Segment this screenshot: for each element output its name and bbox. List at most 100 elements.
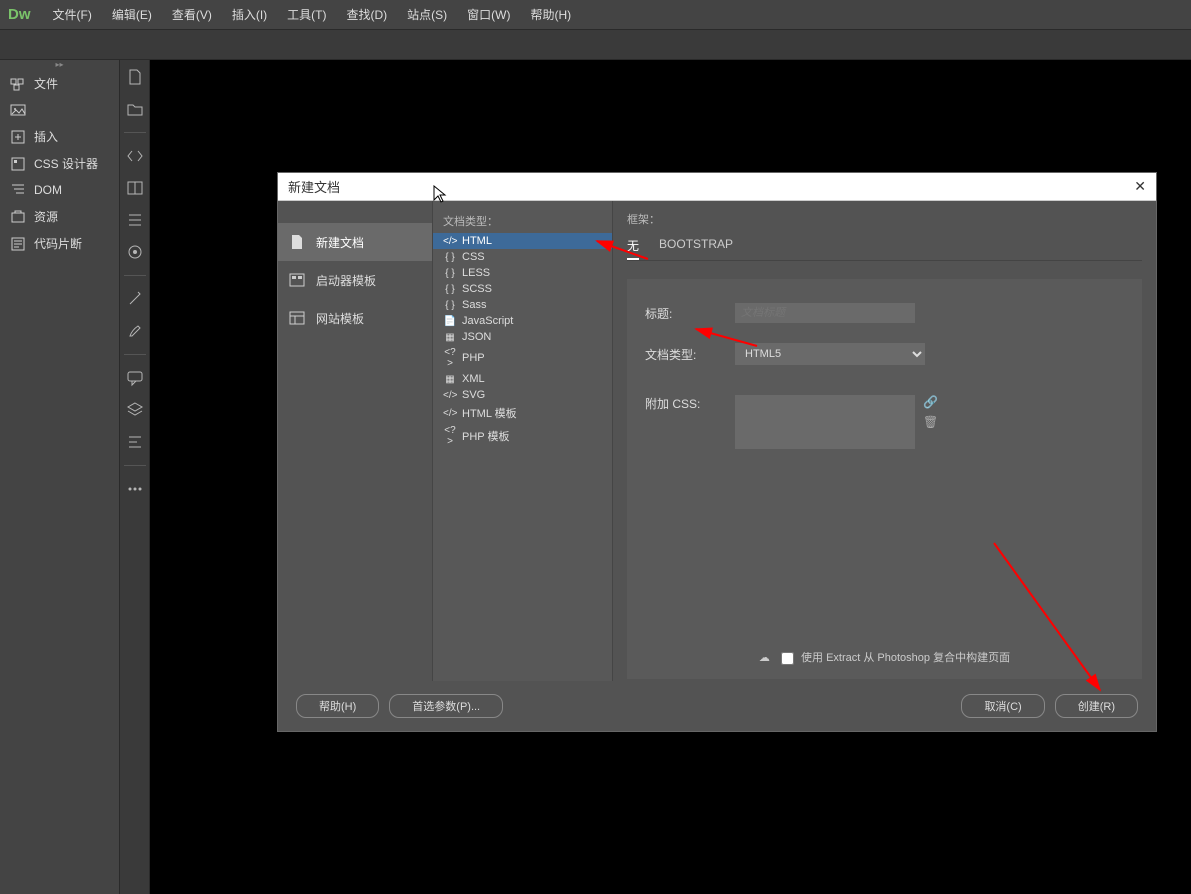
more-icon[interactable] xyxy=(126,480,144,498)
image-icon xyxy=(10,102,26,118)
doc-type-html[interactable]: </>HTML xyxy=(433,233,612,249)
sidebar-item-css[interactable]: CSS 设计器 xyxy=(0,150,119,177)
code-icon[interactable] xyxy=(126,147,144,165)
doctype-label: 文档类型: xyxy=(645,346,735,363)
brush-icon[interactable] xyxy=(126,322,144,340)
layers-icon[interactable] xyxy=(126,401,144,419)
menu-insert[interactable]: 插入(I) xyxy=(222,6,277,23)
left-item-starter[interactable]: 启动器模板 xyxy=(278,261,432,299)
sidebar-item-insert[interactable]: 插入 xyxy=(0,123,119,150)
menu-window[interactable]: 窗口(W) xyxy=(457,6,520,23)
css-designer-icon xyxy=(10,156,26,172)
braces-icon: { } xyxy=(443,252,457,263)
trash-icon[interactable]: 🗑 xyxy=(923,415,938,429)
menu-site[interactable]: 站点(S) xyxy=(397,6,457,23)
script-icon: 📄 xyxy=(443,316,457,327)
menu-tools[interactable]: 工具(T) xyxy=(277,6,336,23)
doc-type-scss[interactable]: { }SCSS xyxy=(433,281,612,297)
attached-css-list[interactable] xyxy=(735,395,915,449)
folder-icon[interactable] xyxy=(126,100,144,118)
new-file-icon[interactable] xyxy=(126,68,144,86)
doc-type-xml[interactable]: ▦XML xyxy=(433,371,612,387)
code-bracket-icon: </> xyxy=(443,236,457,247)
menu-file[interactable]: 文件(F) xyxy=(43,6,102,23)
align-icon[interactable] xyxy=(126,433,144,451)
left-item-label: 网站模板 xyxy=(316,310,364,327)
sidebar-item-assets[interactable]: 资源 xyxy=(0,203,119,230)
title-label: 标题: xyxy=(645,305,735,322)
left-item-label: 启动器模板 xyxy=(316,272,376,289)
doctype-select[interactable]: HTML5 xyxy=(735,343,925,365)
braces-icon: { } xyxy=(443,300,457,311)
doc-type-css[interactable]: { }CSS xyxy=(433,249,612,265)
sidebar-handle[interactable]: ▸▸ xyxy=(0,60,119,70)
sidebar-item-dom[interactable]: DOM xyxy=(0,177,119,203)
starter-template-icon xyxy=(288,271,306,289)
title-input[interactable] xyxy=(735,303,915,323)
sidebar-item-image[interactable] xyxy=(0,97,119,123)
toolbar xyxy=(0,30,1191,60)
doc-type-header: 文档类型： xyxy=(433,211,612,233)
doc-type-svg[interactable]: </>SVG xyxy=(433,387,612,403)
dialog-titlebar[interactable]: 新建文档 ✕ xyxy=(278,173,1156,201)
cloud-icon: ☁ xyxy=(759,652,770,664)
insert-icon xyxy=(10,129,26,145)
dialog-footer: 帮助(H) 首选参数(P)... 取消(C) 创建(R) xyxy=(278,681,1156,731)
assets-icon xyxy=(10,209,26,225)
doc-type-less[interactable]: { }LESS xyxy=(433,265,612,281)
close-icon[interactable]: ✕ xyxy=(1134,178,1146,195)
sidebar-item-files[interactable]: 文件 xyxy=(0,70,119,97)
left-item-site-template[interactable]: 网站模板 xyxy=(278,299,432,337)
dom-icon xyxy=(10,182,26,198)
left-item-label: 新建文档 xyxy=(316,234,364,251)
tab-bootstrap[interactable]: BOOTSTRAP xyxy=(659,233,733,260)
braces-icon: { } xyxy=(443,268,457,279)
link-icon[interactable]: 🔗 xyxy=(923,395,938,409)
braces-icon: { } xyxy=(443,284,457,295)
dialog-left-nav: 新建文档 启动器模板 网站模板 xyxy=(278,201,433,681)
left-item-new-doc[interactable]: 新建文档 xyxy=(278,223,432,261)
create-button[interactable]: 创建(R) xyxy=(1055,694,1138,718)
split-icon[interactable] xyxy=(126,179,144,197)
extract-option: ☁ 使用 Extract 从 Photoshop 复合中构建页面 xyxy=(627,649,1142,665)
snippets-icon xyxy=(10,236,26,252)
framework-label: 框架： xyxy=(627,211,1142,227)
form-panel: 标题: 文档类型: HTML5 附加 CSS: 🔗 🗑 xyxy=(627,279,1142,679)
sidebar-item-label: CSS 设计器 xyxy=(34,155,98,172)
json-icon: ▦ xyxy=(443,332,457,343)
sidebar-item-label: 代码片断 xyxy=(34,235,82,252)
menu-find[interactable]: 查找(D) xyxy=(336,6,397,23)
wand-icon[interactable] xyxy=(126,290,144,308)
menu-help[interactable]: 帮助(H) xyxy=(520,6,581,23)
doc-type-list: 文档类型： </>HTML { }CSS { }LESS { }SCSS { }… xyxy=(433,201,613,681)
xml-icon: ▦ xyxy=(443,374,457,385)
php-icon: <?> xyxy=(443,347,457,369)
chat-icon[interactable] xyxy=(126,369,144,387)
doc-type-php-template[interactable]: <?>PHP 模板 xyxy=(433,423,612,449)
menu-edit[interactable]: 编辑(E) xyxy=(102,6,162,23)
new-doc-icon xyxy=(288,233,306,251)
doc-type-json[interactable]: ▦JSON xyxy=(433,329,612,345)
target-icon[interactable] xyxy=(126,243,144,261)
code-bracket-icon: </> xyxy=(443,390,457,401)
tab-none[interactable]: 无 xyxy=(627,233,639,260)
dialog-form-area: 框架： 无 BOOTSTRAP 标题: 文档类型: HTML5 附加 CSS: xyxy=(613,201,1156,681)
extract-label: 使用 Extract 从 Photoshop 复合中构建页面 xyxy=(801,652,1010,664)
doc-type-php[interactable]: <?>PHP xyxy=(433,345,612,371)
tool-strip xyxy=(120,60,150,894)
doc-type-js[interactable]: 📄JavaScript xyxy=(433,313,612,329)
help-button[interactable]: 帮助(H) xyxy=(296,694,379,718)
menu-bar: Dw 文件(F) 编辑(E) 查看(V) 插入(I) 工具(T) 查找(D) 站… xyxy=(0,0,1191,30)
code-bracket-icon: </> xyxy=(443,408,457,419)
cancel-button[interactable]: 取消(C) xyxy=(961,694,1044,718)
menu-view[interactable]: 查看(V) xyxy=(162,6,222,23)
list-icon[interactable] xyxy=(126,211,144,229)
sidebar-item-label: 文件 xyxy=(34,75,58,92)
doc-type-sass[interactable]: { }Sass xyxy=(433,297,612,313)
extract-checkbox[interactable] xyxy=(781,652,794,665)
sidebar-item-label: DOM xyxy=(34,183,62,197)
prefs-button[interactable]: 首选参数(P)... xyxy=(389,694,503,718)
new-document-dialog: 新建文档 ✕ 新建文档 启动器模板 网站模板 文档类型： </>HTML { }… xyxy=(277,172,1157,732)
doc-type-html-template[interactable]: </>HTML 模板 xyxy=(433,403,612,423)
sidebar-item-snippets[interactable]: 代码片断 xyxy=(0,230,119,257)
